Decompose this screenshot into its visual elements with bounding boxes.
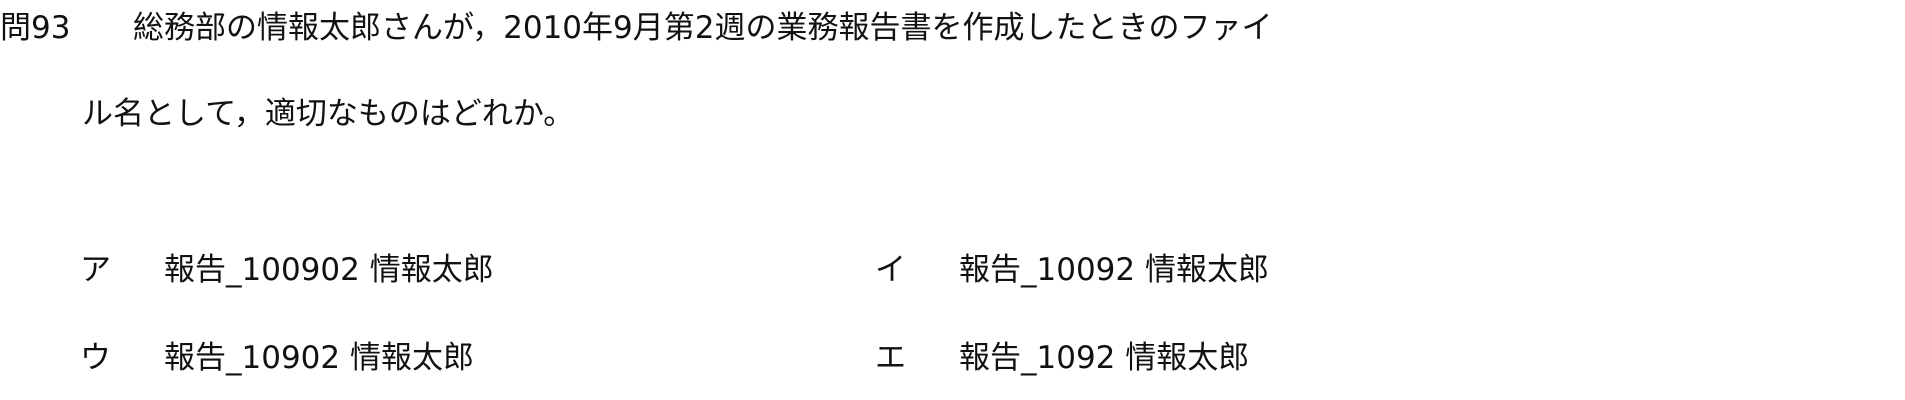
choice-text: 報告_1092 情報太郎	[959, 340, 1250, 376]
choice-label: ア	[80, 252, 111, 288]
choice-text: 報告_100902 情報太郎	[164, 252, 494, 288]
choice-label: エ	[875, 340, 906, 376]
question-stem-line-2: ル名として，適切なものはどれか。	[82, 94, 574, 134]
answer-choice-u[interactable]: ウ 報告_10902 情報太郎	[80, 338, 474, 378]
choice-text: 報告_10902 情報太郎	[164, 340, 474, 376]
question-number: 問93	[0, 10, 71, 46]
question-text-line-2: ル名として，適切なものはどれか。	[82, 96, 575, 132]
choice-text: 報告_10092 情報太郎	[959, 252, 1269, 288]
choice-label: イ	[875, 252, 906, 288]
question-stem-line-1: 問93 総務部の情報太郎さんが，2010年9月第2週の業務報告書を作成したときのフ…	[0, 8, 1272, 48]
choice-label: ウ	[80, 340, 111, 376]
answer-choice-e[interactable]: エ 報告_1092 情報太郎	[875, 338, 1249, 378]
exam-page: 問93 総務部の情報太郎さんが，2010年9月第2週の業務報告書を作成したときのフ…	[0, 0, 1905, 400]
question-text-line-1: 総務部の情報太郎さんが，2010年9月第2週の業務報告書を作成したときのファイ	[133, 10, 1273, 46]
answer-choice-i[interactable]: イ 報告_10092 情報太郎	[875, 250, 1269, 290]
answer-choice-a[interactable]: ア 報告_100902 情報太郎	[80, 250, 494, 290]
